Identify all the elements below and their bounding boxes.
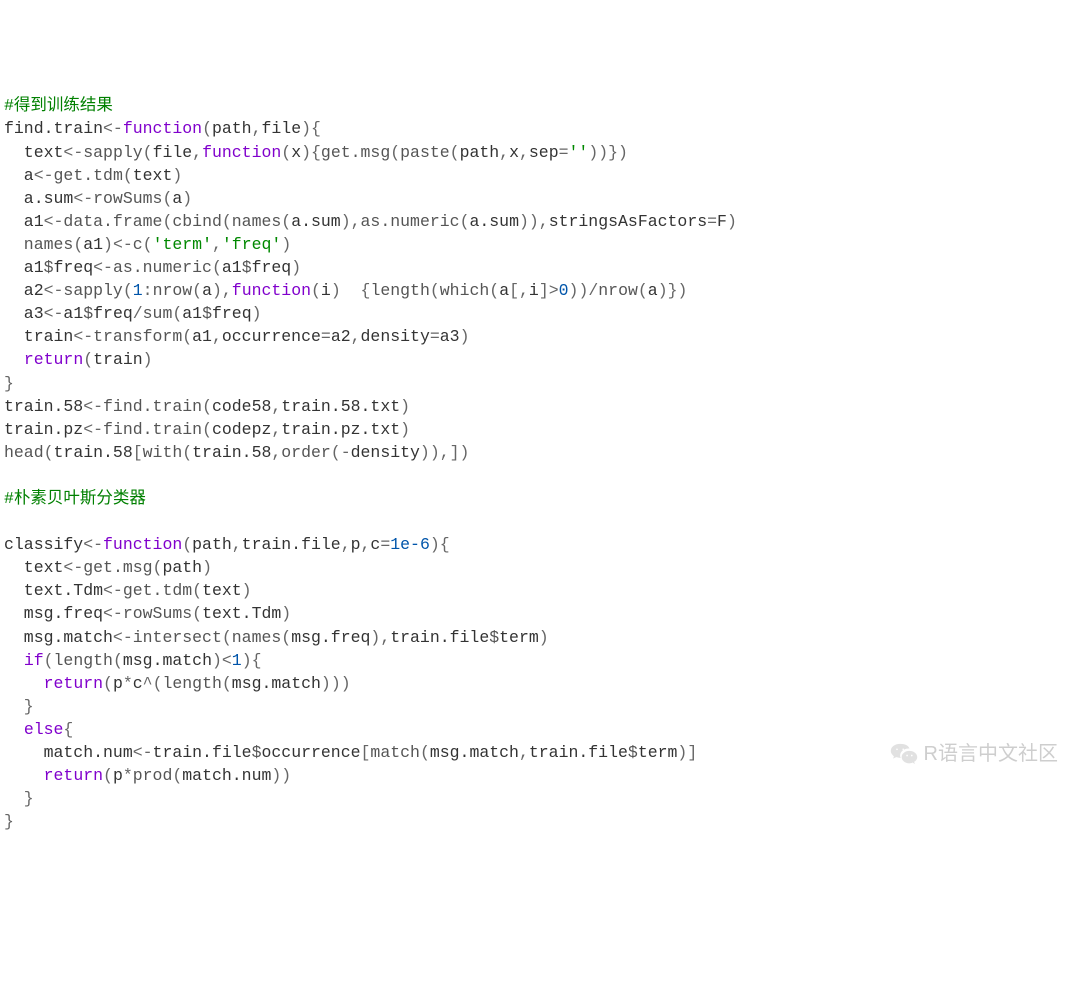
comment: #朴素贝叶斯分类器 <box>4 489 146 508</box>
keyword-function: function <box>103 535 182 554</box>
keyword-return: return <box>24 350 83 369</box>
watermark-text: R语言中文社区 <box>924 740 1058 768</box>
wechat-icon <box>890 741 918 767</box>
keyword-function: function <box>123 119 202 138</box>
keyword-else: else <box>24 720 64 739</box>
watermark: R语言中文社区 <box>890 740 1058 768</box>
identifier: find.train <box>4 119 103 138</box>
keyword-return: return <box>44 674 103 693</box>
keyword-return: return <box>44 766 103 785</box>
code-block: #得到训练结果 find.train<-function(path,file){… <box>4 94 1078 833</box>
keyword-if: if <box>24 651 44 670</box>
comment: #得到训练结果 <box>4 96 113 115</box>
